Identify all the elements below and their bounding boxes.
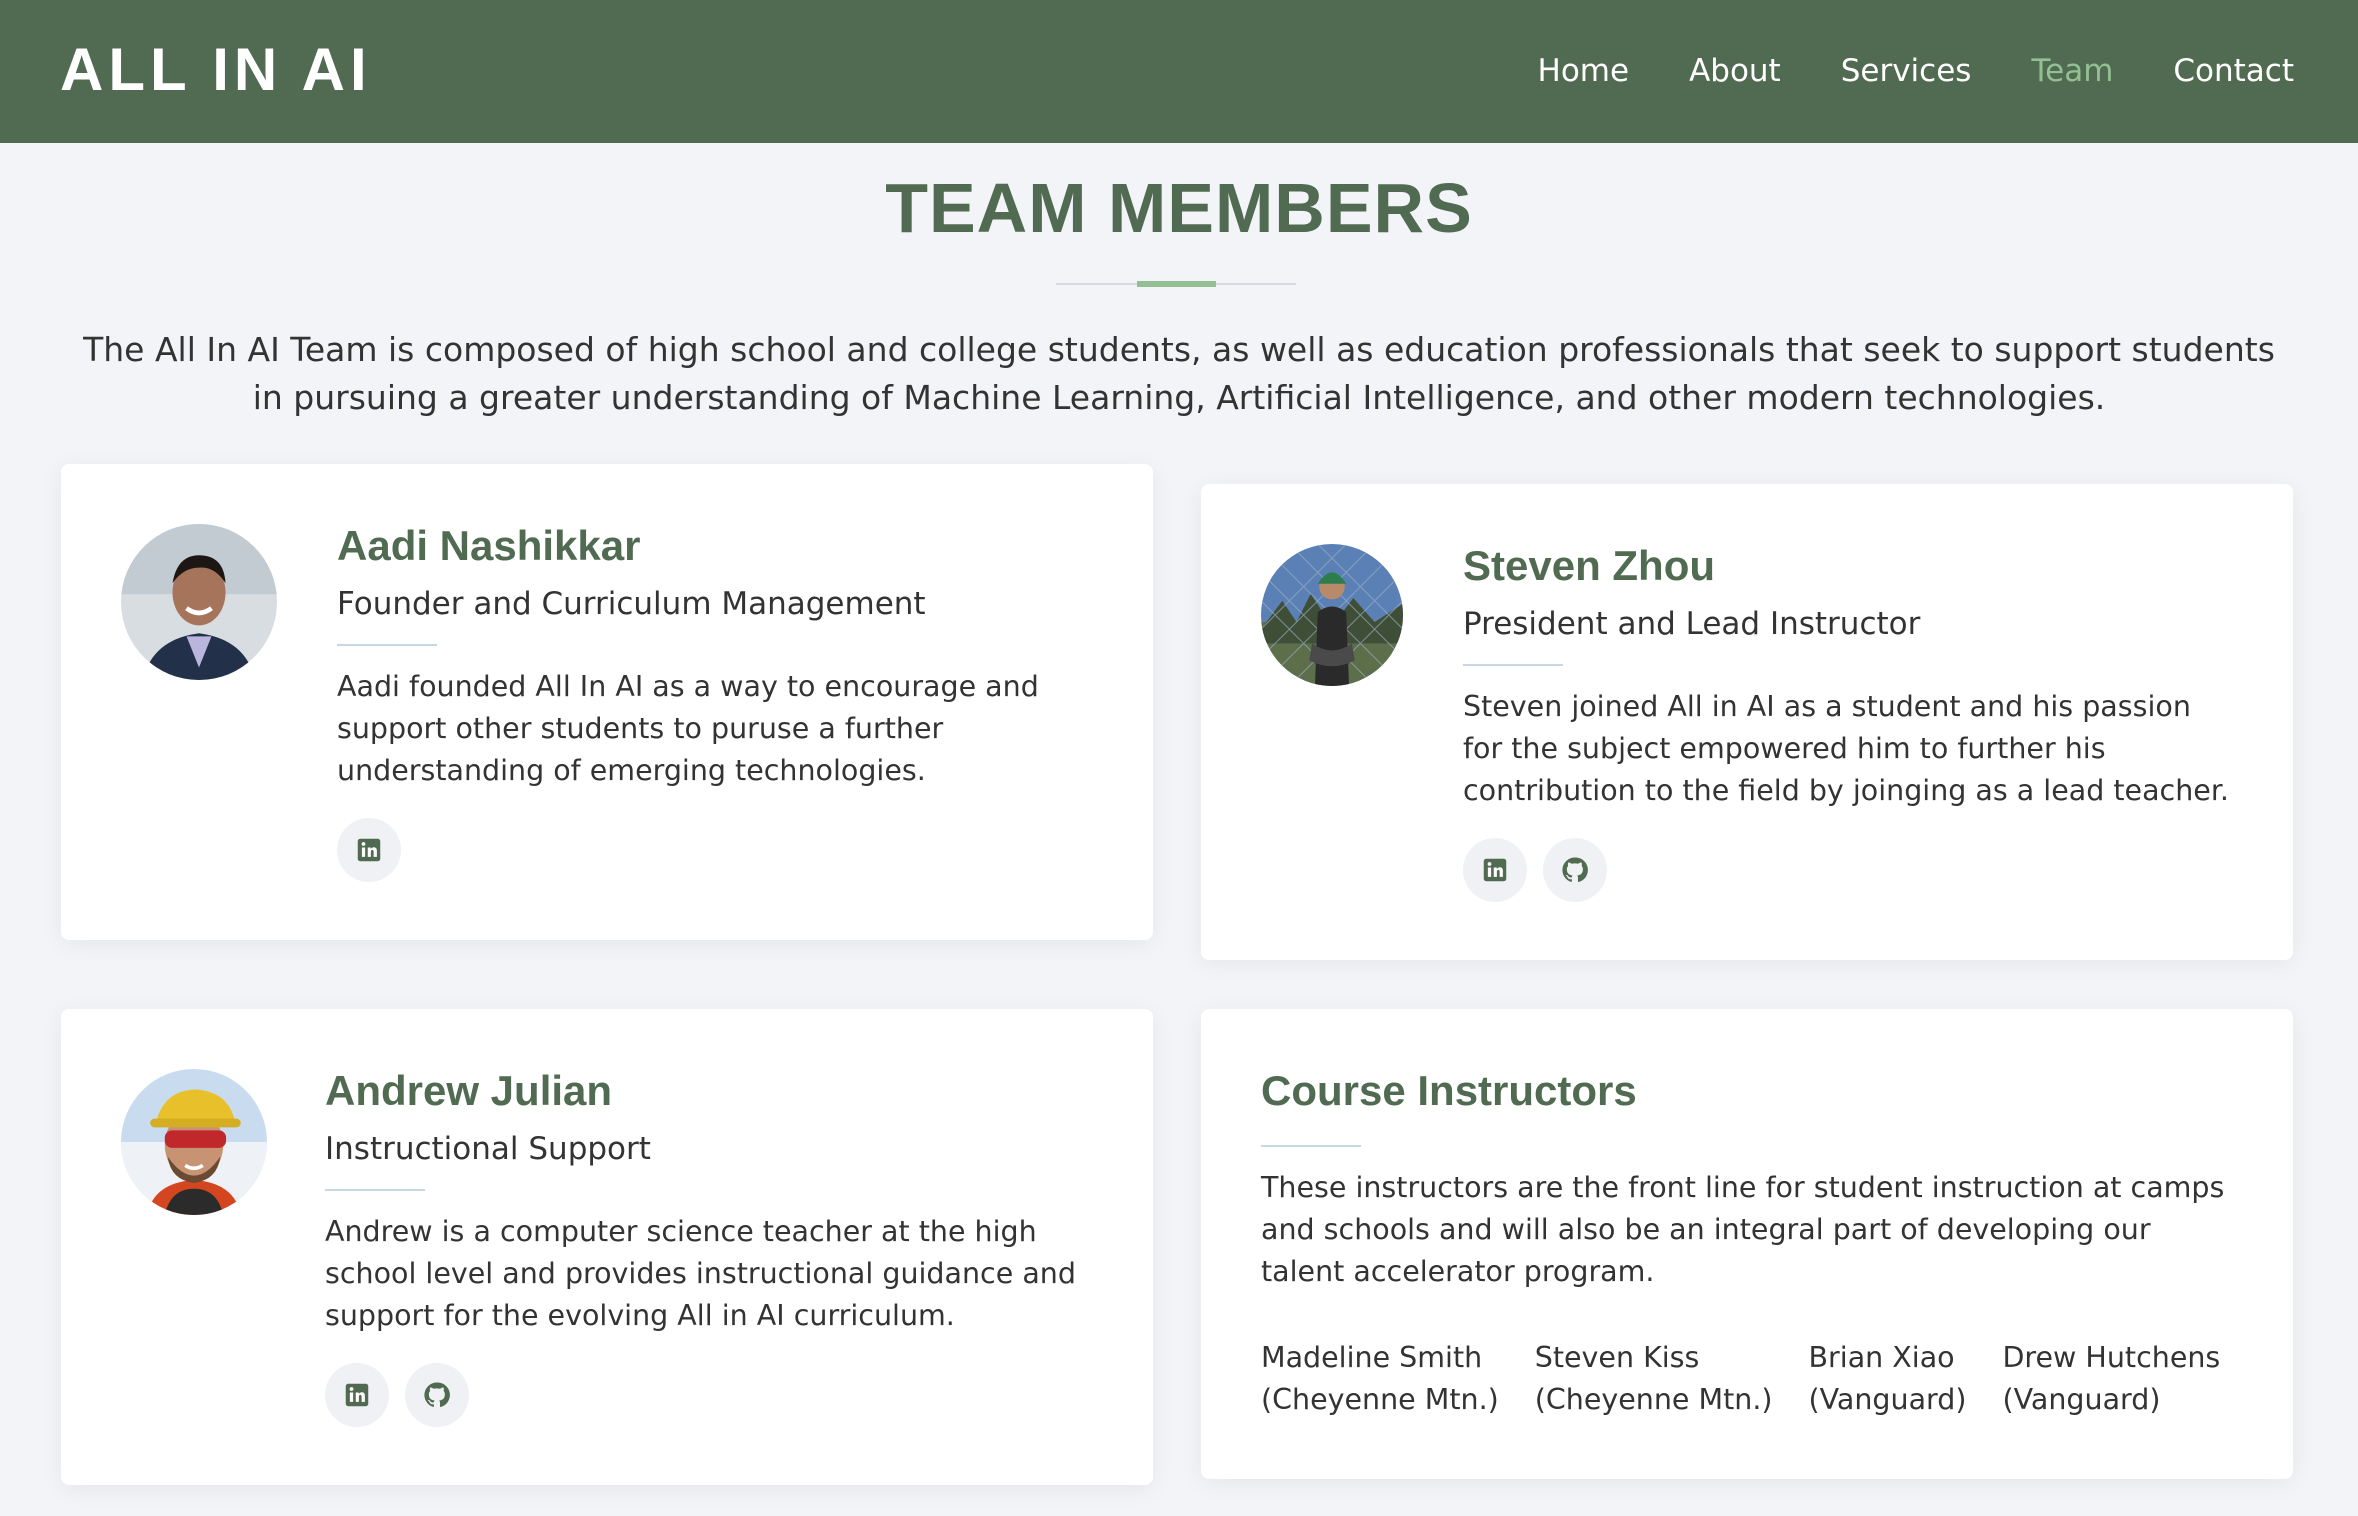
instructor-name: Madeline Smith [1261,1341,1483,1374]
github-icon [1562,857,1588,883]
linkedin-icon [1483,858,1507,882]
member-bio: Steven joined All in AI as a student and… [1463,690,2229,807]
site-logo[interactable]: ALL IN AI [60,32,372,108]
instructor-item: Madeline Smith (Cheyenne Mtn.) [1261,1337,1499,1421]
nav-home[interactable]: Home [1538,50,1630,92]
instructor-school: (Cheyenne Mtn.) [1534,1383,1773,1416]
instructor-item: Brian Xiao (Vanguard) [1809,1337,1967,1421]
instructors-title: Course Instructors [1261,1067,1637,1114]
member-role: President and Lead Instructor [1463,606,1921,642]
member-name: Steven Zhou [1463,542,1716,589]
linkedin-icon [345,1383,369,1407]
member-bio: Andrew is a computer science teacher at … [325,1215,1076,1332]
instructors-divider [1261,1145,1361,1147]
member-divider [325,1189,425,1191]
instructor-item: Steven Kiss (Cheyenne Mtn.) [1535,1337,1773,1421]
member-card-steven: Steven Zhou President and Lead Instructo… [1201,484,2293,960]
avatar-photo [121,1069,267,1215]
linkedin-button[interactable] [1463,838,1527,902]
instructor-name: Drew Hutchens [2002,1341,2221,1374]
instructors-description: These instructors are the front line for… [1261,1171,2225,1288]
instructor-school: (Vanguard) [2002,1383,2161,1416]
nav-about[interactable]: About [1689,50,1781,92]
member-divider [1463,664,1563,666]
instructors-card: Course Instructors These instructors are… [1201,1009,2293,1479]
member-card-aadi: Aadi Nashikkar Founder and Curriculum Ma… [61,464,1153,940]
instructor-school: (Cheyenne Mtn.) [1261,1383,1499,1416]
member-role: Founder and Curriculum Management [337,586,926,622]
github-button[interactable] [405,1363,469,1427]
github-button[interactable] [1543,838,1607,902]
member-name: Aadi Nashikkar [337,522,641,569]
instructors-list: Madeline Smith (Cheyenne Mtn.) Steven Ki… [1261,1337,2256,1421]
avatar-photo [1261,544,1403,686]
member-role: Instructional Support [325,1131,651,1167]
member-divider [337,644,437,646]
member-card-andrew: Andrew Julian Instructional Support Andr… [61,1009,1153,1485]
instructor-item: Drew Hutchens (Vanguard) [2002,1337,2220,1421]
linkedin-icon [357,838,381,862]
member-name: Andrew Julian [325,1067,613,1114]
team-intro: The All In AI Team is composed of high s… [83,330,2275,417]
nav-team[interactable]: Team [2031,50,2113,92]
instructor-name: Brian Xiao [1808,1341,1955,1374]
avatar [121,524,277,680]
avatar [121,1069,267,1215]
nav-services[interactable]: Services [1841,50,1972,92]
instructor-name: Steven Kiss [1534,1341,1700,1374]
avatar [1261,544,1403,686]
linkedin-button[interactable] [325,1363,389,1427]
member-bio: Aadi founded All In AI as a way to encou… [337,670,1039,787]
instructor-school: (Vanguard) [1808,1383,1967,1416]
site-header: ALL IN AI Home About Services Team Conta… [0,0,2358,143]
title-divider-accent [1137,281,1216,287]
nav-contact[interactable]: Contact [2173,50,2294,92]
linkedin-button[interactable] [337,818,401,882]
page-title: TEAM MEMBERS [885,169,1473,247]
avatar-photo [121,524,277,680]
github-icon [424,1382,450,1408]
main-nav: Home About Services Team Contact [1478,50,2294,92]
